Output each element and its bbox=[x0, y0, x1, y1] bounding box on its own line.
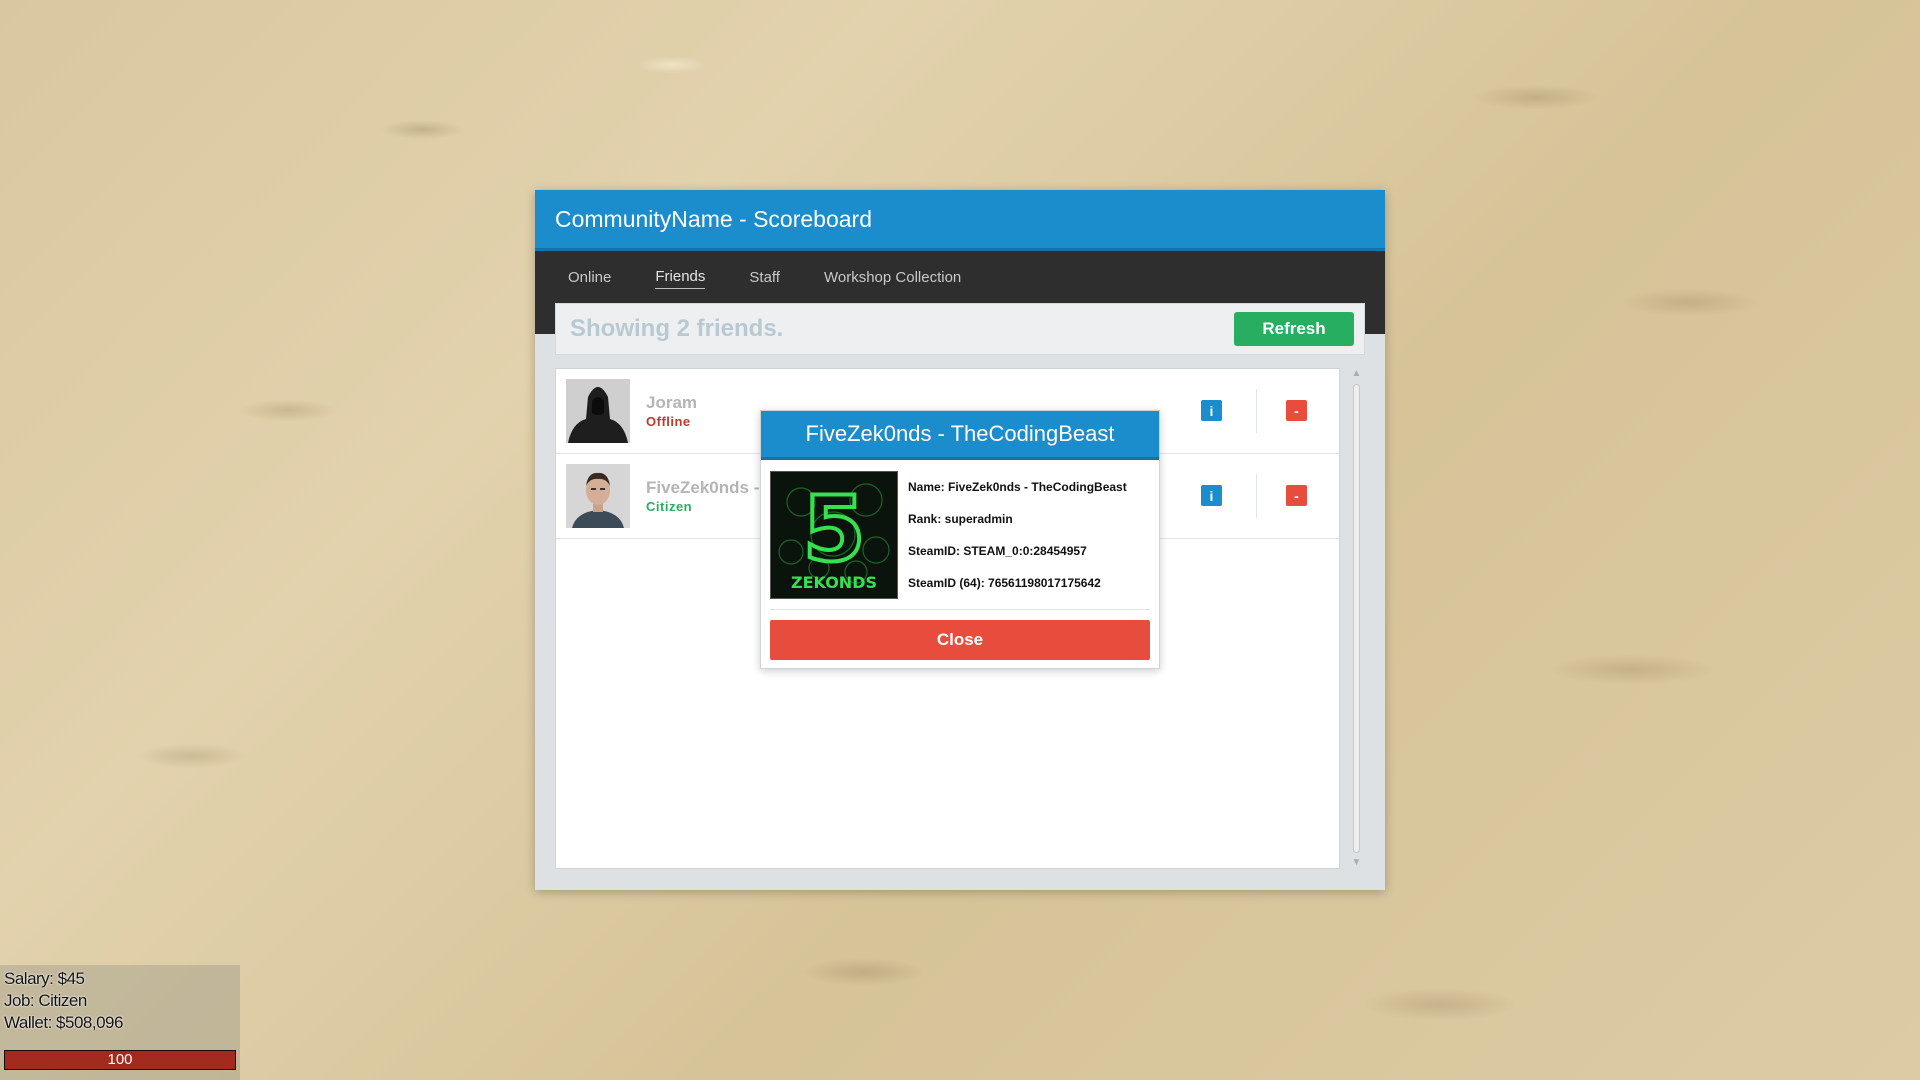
player-steamid64-line: SteamID (64): 76561198017175642 bbox=[908, 576, 1101, 590]
scoreboard-title: CommunityName - Scoreboard bbox=[535, 190, 1385, 251]
tab-online[interactable]: Online bbox=[568, 269, 611, 289]
scoreboard-tabs: Online Friends Staff Workshop Collection bbox=[535, 251, 1385, 306]
divider bbox=[1256, 389, 1257, 433]
showing-count-text: Showing 2 friends. bbox=[570, 315, 784, 342]
player-avatar-image: 5 ZEKONDS bbox=[770, 471, 898, 599]
svg-text:ZEKONDS: ZEKONDS bbox=[791, 573, 877, 592]
tab-friends[interactable]: Friends bbox=[655, 268, 706, 289]
close-button[interactable]: Close bbox=[770, 620, 1150, 660]
player-hud: Salary: $45 Job: Citizen Wallet: $508,09… bbox=[0, 965, 240, 1080]
friends-info-bar: Showing 2 friends. Refresh bbox=[555, 303, 1365, 355]
player-info-popup: FiveZek0nds - TheCodingBeast 5 ZEKONDS N… bbox=[760, 410, 1160, 669]
hooded-figure-avatar-image bbox=[566, 379, 630, 443]
scroll-up-icon[interactable]: ▲ bbox=[1350, 368, 1363, 380]
friend-status: Citizen bbox=[646, 499, 693, 514]
friends-scrollbar[interactable]: ▲ ▼ bbox=[1350, 368, 1363, 869]
player-name-line: Name: FiveZek0nds - TheCodingBeast bbox=[908, 480, 1127, 494]
popup-divider bbox=[770, 609, 1150, 610]
zekonds-logo-image: 5 ZEKONDS bbox=[771, 472, 897, 598]
avatar bbox=[566, 464, 630, 528]
avatar bbox=[566, 379, 630, 443]
health-value: 100 bbox=[107, 1051, 133, 1068]
scrollbar-track[interactable] bbox=[1353, 384, 1360, 853]
tab-workshop-collection[interactable]: Workshop Collection bbox=[824, 269, 961, 289]
info-button[interactable]: i bbox=[1201, 400, 1222, 421]
popup-title: FiveZek0nds - TheCodingBeast bbox=[761, 411, 1159, 460]
info-button[interactable]: i bbox=[1201, 485, 1222, 506]
tab-staff[interactable]: Staff bbox=[749, 269, 780, 289]
svg-text:5: 5 bbox=[803, 477, 866, 582]
player-rank-line: Rank: superadmin bbox=[908, 512, 1013, 526]
hud-wallet: Wallet: $508,096 bbox=[4, 1013, 123, 1032]
player-details: Name: FiveZek0nds - TheCodingBeast Rank:… bbox=[908, 479, 1127, 607]
friend-status: Offline bbox=[646, 414, 691, 429]
friend-name: FiveZek0nds - bbox=[646, 478, 760, 497]
refresh-button[interactable]: Refresh bbox=[1234, 312, 1354, 346]
player-steamid-line: SteamID: STEAM_0:0:28454957 bbox=[908, 544, 1087, 558]
hud-salary: Salary: $45 bbox=[4, 969, 85, 988]
remove-button[interactable]: - bbox=[1286, 485, 1307, 506]
divider bbox=[1256, 474, 1257, 518]
citizen-avatar-image bbox=[566, 464, 630, 528]
hud-job: Job: Citizen bbox=[4, 991, 87, 1010]
scroll-down-icon[interactable]: ▼ bbox=[1350, 857, 1363, 869]
health-bar: 100 bbox=[4, 1050, 236, 1070]
friend-name: Joram bbox=[646, 393, 698, 412]
remove-button[interactable]: - bbox=[1286, 400, 1307, 421]
